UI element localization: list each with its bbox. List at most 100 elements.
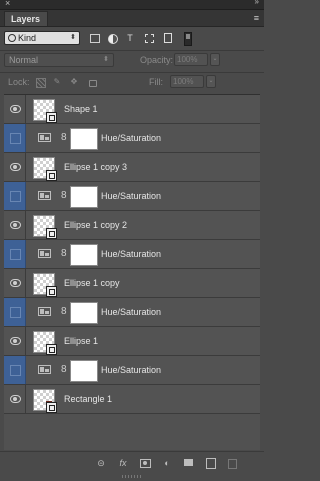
smart-object-filter-icon[interactable] <box>164 33 172 43</box>
layer-name[interactable]: Ellipse 1 <box>64 327 98 355</box>
layer-row[interactable]: 8 Hue/Saturation <box>4 124 260 153</box>
layer-name[interactable]: Hue/Saturation <box>101 182 161 210</box>
eye-icon[interactable] <box>4 211 26 239</box>
lock-image-pixels-icon[interactable]: ✎ <box>53 78 61 86</box>
fill-label: Fill: <box>149 77 163 87</box>
layer-name[interactable]: Ellipse 1 copy 3 <box>64 153 127 181</box>
layer-row[interactable]: 8 Hue/Saturation <box>4 182 260 211</box>
lock-all-icon[interactable] <box>89 80 97 87</box>
lock-label: Lock: <box>8 77 30 87</box>
hue-saturation-icon[interactable] <box>38 133 51 142</box>
layer-thumbnail[interactable] <box>33 99 57 123</box>
opacity-label: Opacity: <box>140 55 174 65</box>
layer-name[interactable]: Rectangle 1 <box>64 385 112 413</box>
visibility-toggle-off[interactable] <box>4 124 26 152</box>
filter-kind-dropdown[interactable]: Kind ⬍ <box>4 31 80 45</box>
chain-link-icon[interactable]: 8 <box>61 132 67 144</box>
collapse-icon[interactable]: » <box>255 0 260 6</box>
eye-icon[interactable] <box>4 385 26 413</box>
lock-transparent-pixels-icon[interactable] <box>36 78 46 88</box>
panel-titlebar: × » <box>0 0 264 10</box>
shape-layer-badge-icon <box>46 286 57 297</box>
add-mask-icon[interactable] <box>140 459 151 468</box>
search-icon <box>8 34 16 42</box>
fill-field[interactable]: 100% <box>170 75 204 88</box>
layer-thumbnail[interactable] <box>33 331 57 355</box>
filter-kind-label: Kind <box>18 33 37 43</box>
divider <box>0 50 264 51</box>
layer-name[interactable]: Hue/Saturation <box>101 124 161 152</box>
layer-style-icon[interactable]: fx <box>118 458 128 468</box>
hue-saturation-icon[interactable] <box>38 365 51 374</box>
layer-row[interactable]: 8 Hue/Saturation <box>4 240 260 269</box>
lock-position-icon[interactable]: ✥ <box>70 78 78 86</box>
filter-toggle-switch[interactable] <box>184 32 192 46</box>
chain-link-icon[interactable]: 8 <box>61 306 67 318</box>
visibility-toggle-off[interactable] <box>4 356 26 384</box>
layer-mask-thumbnail[interactable] <box>70 128 98 150</box>
layer-row[interactable]: Ellipse 1 <box>4 327 260 356</box>
eye-icon[interactable] <box>4 269 26 297</box>
eye-icon[interactable] <box>4 327 26 355</box>
layer-mask-thumbnail[interactable] <box>70 302 98 324</box>
resize-grip[interactable] <box>122 475 142 478</box>
layer-name[interactable]: Ellipse 1 copy <box>64 269 120 297</box>
blend-mode-value: Normal <box>9 55 39 65</box>
hue-saturation-icon[interactable] <box>38 249 51 258</box>
visibility-toggle-off[interactable] <box>4 298 26 326</box>
new-adjustment-icon[interactable]: ◐ <box>162 458 172 468</box>
layer-name[interactable]: Hue/Saturation <box>101 240 161 268</box>
layer-row[interactable]: 8 Hue/Saturation <box>4 298 260 327</box>
layer-row[interactable]: 8 Hue/Saturation <box>4 356 260 385</box>
shape-layer-badge-icon <box>46 170 57 181</box>
layer-mask-thumbnail[interactable] <box>70 186 98 208</box>
chevron-updown-icon: ⬍ <box>70 34 76 41</box>
link-layers-icon[interactable]: ⊝ <box>96 458 106 468</box>
bottom-toolbar: ⊝ fx ◐ <box>0 451 264 481</box>
layer-thumbnail[interactable] <box>33 157 57 181</box>
layer-name[interactable]: Hue/Saturation <box>101 298 161 326</box>
layer-mask-thumbnail[interactable] <box>70 360 98 382</box>
layer-mask-thumbnail[interactable] <box>70 244 98 266</box>
new-layer-icon[interactable] <box>206 458 216 469</box>
new-group-icon[interactable] <box>184 459 193 466</box>
tab-layers[interactable]: Layers <box>4 11 48 26</box>
opacity-field[interactable]: 100% <box>174 53 208 66</box>
chain-link-icon[interactable]: 8 <box>61 190 67 202</box>
layer-name[interactable]: Shape 1 <box>64 95 98 123</box>
hue-saturation-icon[interactable] <box>38 307 51 316</box>
chain-link-icon[interactable]: 8 <box>61 364 67 376</box>
hue-saturation-icon[interactable] <box>38 191 51 200</box>
divider <box>0 72 264 73</box>
panel-menu-icon[interactable]: ≡ <box>254 13 259 23</box>
type-filter-icon[interactable]: T <box>125 33 135 43</box>
layer-thumbnail[interactable] <box>33 215 57 239</box>
opacity-stepper[interactable]: ⌄ <box>210 53 220 66</box>
layer-row[interactable]: Shape 1 <box>4 95 260 124</box>
adjustment-filter-icon[interactable] <box>108 34 118 44</box>
close-icon[interactable]: × <box>5 0 10 8</box>
layer-name[interactable]: Ellipse 1 copy 2 <box>64 211 127 239</box>
layer-row[interactable]: Ellipse 1 copy 3 <box>4 153 260 182</box>
layer-row[interactable]: Rectangle 1 <box>4 385 260 414</box>
layer-name[interactable]: Hue/Saturation <box>101 356 161 384</box>
shape-layer-badge-icon <box>46 402 57 413</box>
chevron-updown-icon: ⬍ <box>103 56 109 63</box>
eye-icon[interactable] <box>4 95 26 123</box>
shape-filter-icon[interactable] <box>145 34 154 43</box>
layer-row[interactable]: Ellipse 1 copy 2 <box>4 211 260 240</box>
layer-list: Shape 1 8 Hue/Saturation Ellipse 1 copy 38H… <box>4 94 260 450</box>
layer-thumbnail[interactable] <box>33 273 57 297</box>
lock-row: Lock: ✎ ✥ Fill: 100% ⌄ <box>4 75 260 91</box>
panel-tab-row: Layers ≡ <box>0 10 264 27</box>
visibility-toggle-off[interactable] <box>4 240 26 268</box>
blend-mode-dropdown[interactable]: Normal ⬍ <box>4 53 114 67</box>
layer-row[interactable]: Ellipse 1 copy <box>4 269 260 298</box>
layer-thumbnail[interactable] <box>33 389 57 413</box>
chain-link-icon[interactable]: 8 <box>61 248 67 260</box>
visibility-toggle-off[interactable] <box>4 182 26 210</box>
image-filter-icon[interactable] <box>90 34 100 43</box>
fill-stepper[interactable]: ⌄ <box>206 75 216 88</box>
eye-icon[interactable] <box>4 153 26 181</box>
delete-layer-icon[interactable] <box>228 459 237 469</box>
